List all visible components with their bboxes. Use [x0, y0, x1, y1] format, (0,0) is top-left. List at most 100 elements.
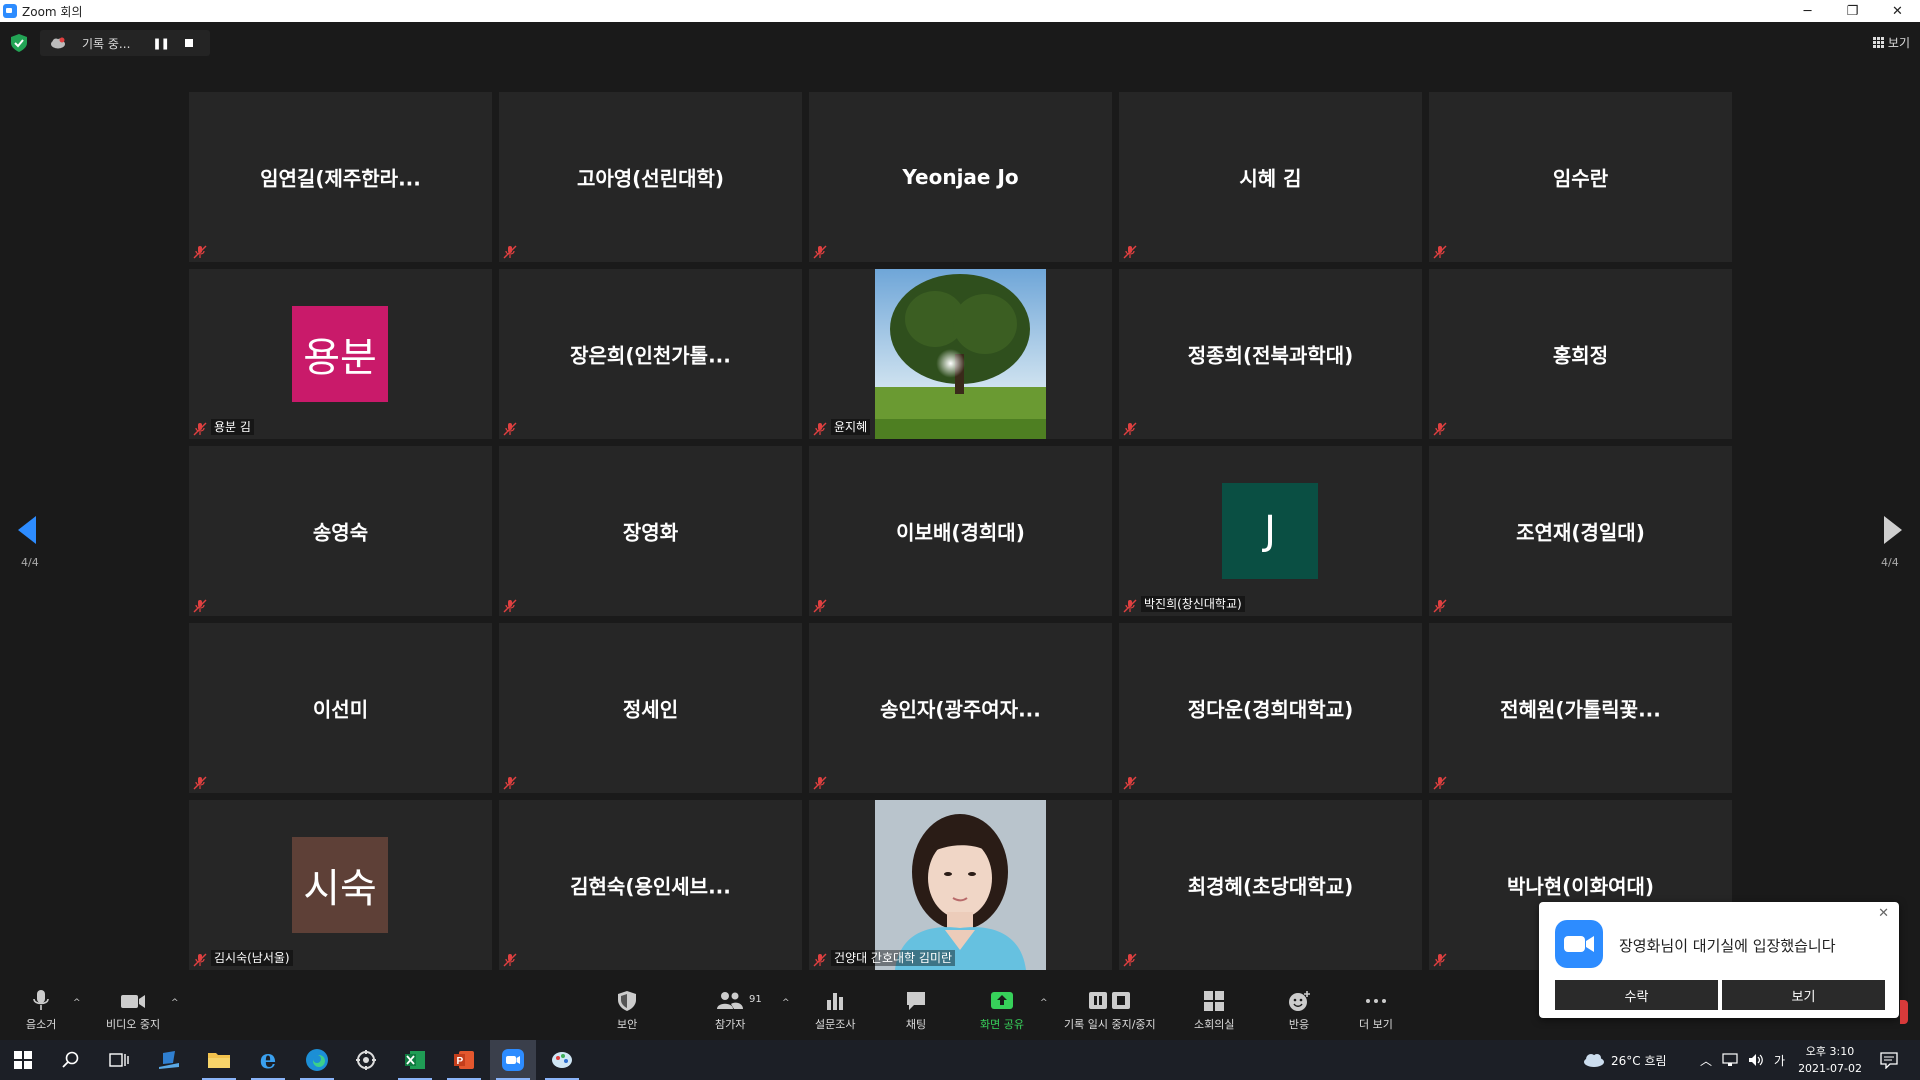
excel-icon[interactable] [392, 1040, 438, 1080]
security-button[interactable]: 보안 [617, 990, 637, 1032]
video-options-caret-icon[interactable]: ^ [171, 998, 179, 1008]
participant-name: 조연재(경일대) [1516, 520, 1645, 545]
participant-tile[interactable]: 정종희(전북과학대) [1119, 269, 1422, 439]
participant-tile[interactable]: 이보배(경희대) [809, 446, 1112, 616]
muted-microphone-icon [193, 775, 207, 790]
audio-options-caret-icon[interactable]: ^ [73, 998, 81, 1008]
internet-explorer-icon[interactable]: e [245, 1040, 291, 1080]
participants-options-caret-icon[interactable]: ^ [782, 998, 790, 1008]
edge-browser-icon[interactable] [294, 1040, 340, 1080]
participant-tile[interactable]: 고아영(선린대학) [499, 92, 802, 262]
volume-icon[interactable] [1748, 1053, 1764, 1067]
ime-indicator[interactable]: 가 [1774, 1052, 1785, 1069]
participant-tile[interactable]: 시혜 김 [1119, 92, 1422, 262]
participant-name: 임연길(제주한라... [260, 166, 421, 191]
participant-tile[interactable]: 최경혜(초당대학교) [1119, 800, 1422, 970]
shield-check-icon[interactable] [11, 34, 27, 52]
cloud-icon [51, 37, 65, 49]
muted-microphone-icon [813, 952, 827, 967]
participant-tile[interactable]: 정세인 [499, 623, 802, 793]
network-icon[interactable] [1722, 1053, 1738, 1067]
participant-tile[interactable]: 윤지혜 [809, 269, 1112, 439]
muted-microphone-icon [503, 952, 517, 967]
breakout-rooms-button[interactable]: 소회의실 [1194, 990, 1234, 1032]
search-icon[interactable] [48, 1040, 94, 1080]
muted-microphone-icon [1123, 244, 1137, 259]
pause-recording-icon[interactable]: ❚❚ [152, 37, 169, 50]
taskbar-clock[interactable]: 오후 3:10 2021-07-02 [1798, 1043, 1862, 1077]
participant-label: 김시숙(남서울) [211, 950, 293, 966]
participant-avatar: J [1222, 483, 1318, 579]
view-button[interactable]: 보기 [1872, 34, 1910, 51]
participant-name: 시혜 김 [1239, 166, 1302, 191]
participant-tile[interactable]: 송인자(광주여자... [809, 623, 1112, 793]
muted-microphone-icon [813, 775, 827, 790]
chat-button[interactable]: 채팅 [905, 990, 927, 1032]
participant-tile[interactable]: 임수란 [1429, 92, 1732, 262]
notification-text: 장영화님이 대기실에 입장했습니다 [1619, 937, 1836, 955]
participant-tile[interactable]: 시숙 김시숙(남서울) [189, 800, 492, 970]
participant-tile[interactable]: J 박진희(창신대학교) [1119, 446, 1422, 616]
reactions-button[interactable]: 반응 [1287, 990, 1311, 1032]
task-view-icon[interactable] [96, 1040, 142, 1080]
notification-center-icon[interactable] [1866, 1040, 1912, 1080]
settings-app-icon[interactable] [343, 1040, 389, 1080]
paint-app-icon[interactable] [539, 1040, 585, 1080]
polls-button[interactable]: 설문조사 [815, 990, 855, 1032]
see-waiting-room-button[interactable]: 보기 [1722, 980, 1885, 1010]
breakout-rooms-label: 소회의실 [1194, 1018, 1235, 1031]
participant-tile[interactable]: 용분 용분 김 [189, 269, 492, 439]
previous-page-icon[interactable] [18, 516, 36, 544]
next-page-icon[interactable] [1884, 516, 1902, 544]
breakout-rooms-icon [1204, 991, 1225, 1011]
powerpoint-icon[interactable]: P [441, 1040, 487, 1080]
mute-button[interactable]: 음소거 [26, 990, 56, 1032]
participant-name: 정세인 [622, 697, 679, 722]
pause-stop-recording-button[interactable]: 기록 일시 중지/중지 [1064, 990, 1156, 1032]
more-button[interactable]: 더 보기 [1359, 990, 1393, 1032]
tray-expand-chevron-icon[interactable]: ︿ [1700, 1052, 1712, 1069]
participant-tile[interactable]: 홍희정 [1429, 269, 1732, 439]
participant-tile[interactable]: 조연재(경일대) [1429, 446, 1732, 616]
participant-name: 홍희정 [1552, 343, 1609, 368]
participant-tile[interactable]: 정다운(경희대학교) [1119, 623, 1422, 793]
close-button[interactable]: ✕ [1875, 0, 1920, 22]
share-screen-button[interactable]: 화면 공유 [980, 990, 1024, 1032]
participant-name: 장은희(인천가톨... [570, 343, 731, 368]
muted-microphone-icon [503, 244, 517, 259]
participant-tile[interactable]: 장은희(인천가톨... [499, 269, 802, 439]
participant-tile[interactable]: 송영숙 [189, 446, 492, 616]
gallery-view: 임연길(제주한라... 고아영(선린대학) Yeonjae Jo 시혜 김 임수란용분 용… [189, 92, 1732, 972]
zoom-taskbar-icon[interactable] [490, 1040, 536, 1080]
participant-tile[interactable]: 건양대 간호대학 김미란 [809, 800, 1112, 970]
recording-status-text: 기록 중... [82, 36, 131, 51]
participant-tile[interactable]: 김현숙(용인세브... [499, 800, 802, 970]
admit-button[interactable]: 수락 [1555, 980, 1718, 1010]
restore-button[interactable]: ❐ [1830, 0, 1875, 22]
weather-widget[interactable]: 26°C 흐림 [1583, 1040, 1667, 1080]
muted-microphone-icon [1433, 775, 1447, 790]
participant-tile[interactable]: Yeonjae Jo [809, 92, 1112, 262]
participant-tile[interactable]: 전혜원(가톨릭꽃... [1429, 623, 1732, 793]
participant-label: 용분 김 [211, 419, 254, 435]
view-label: 보기 [1887, 36, 1910, 50]
participant-tile[interactable]: 장영화 [499, 446, 802, 616]
pause-stop-recording-icon [1088, 992, 1130, 1009]
clock-time: 오후 3:10 [1805, 1045, 1855, 1058]
participants-button[interactable]: 참가자 [715, 990, 745, 1032]
stop-video-button[interactable]: 비디오 중지 [106, 990, 160, 1032]
participant-tile[interactable]: 이선미 [189, 623, 492, 793]
stop-recording-icon[interactable] [184, 39, 193, 47]
muted-microphone-icon [813, 598, 827, 613]
file-explorer-icon[interactable] [196, 1040, 242, 1080]
minimize-button[interactable]: ─ [1785, 0, 1830, 22]
participant-tile[interactable]: 임연길(제주한라... [189, 92, 492, 262]
muted-microphone-icon [813, 421, 827, 436]
participants-count: 91 [749, 994, 762, 1005]
start-windows-icon[interactable] [0, 1040, 46, 1080]
participant-label: 박진희(창신대학교) [1141, 596, 1245, 612]
cortana-app-icon[interactable] [146, 1040, 192, 1080]
share-options-caret-icon[interactable]: ^ [1040, 998, 1048, 1008]
notification-close-icon[interactable]: ✕ [1878, 906, 1889, 921]
page-indicator-right: 4/4 [1881, 556, 1899, 569]
